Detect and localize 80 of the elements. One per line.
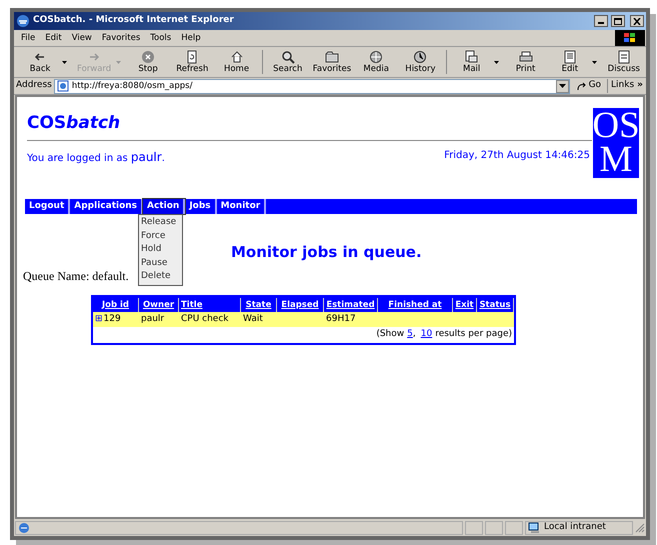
menu-item[interactable]: Favorites: [96, 32, 146, 44]
toolbar-button[interactable]: Edit: [548, 50, 592, 74]
menu-item[interactable]: Tools: [145, 32, 176, 44]
close-icon: [633, 18, 641, 24]
mail-icon: [464, 50, 479, 64]
table-cell-text: paulr: [141, 312, 164, 326]
toolbar-button[interactable]: Stop: [126, 50, 170, 74]
folder-icon: [324, 50, 339, 64]
search-icon: [280, 50, 295, 64]
globe-icon: [369, 50, 384, 64]
toolbar-button[interactable]: Media: [354, 50, 398, 74]
page-icon: [56, 80, 69, 92]
toolbar-button[interactable]: History: [398, 50, 443, 74]
page-size-link[interactable]: 10: [420, 328, 432, 342]
windows-logo: [615, 30, 645, 46]
toolbar-button[interactable]: Back: [18, 50, 62, 74]
address-label: Address: [15, 79, 53, 92]
menu-item[interactable]: Help: [176, 32, 206, 44]
date-time: Friday, 27th August 14:46:25: [444, 148, 590, 162]
security-zone: Local intranet: [544, 520, 606, 534]
nav-tab[interactable]: Logout: [25, 199, 70, 214]
status-panel: [465, 520, 483, 534]
maximize-button[interactable]: [611, 15, 625, 27]
toolbar-button[interactable]: Home: [214, 50, 259, 74]
dropdown-item[interactable]: Hold: [139, 243, 182, 256]
minimize-button[interactable]: [594, 15, 608, 27]
toolbar-button[interactable]: Discuss: [602, 50, 646, 74]
site-logo: COSbatch: [27, 112, 122, 135]
printer-icon: [518, 50, 533, 64]
dropdown-arrow-icon[interactable]: [494, 60, 500, 64]
stop-icon: [141, 50, 156, 64]
document-icon: [616, 50, 631, 64]
go-arrow-icon: [576, 82, 587, 90]
osm-logo: OS M: [593, 108, 639, 178]
menu-item[interactable]: View: [66, 32, 97, 44]
dropdown-item[interactable]: Release: [139, 216, 182, 230]
page-size-link[interactable]: 5: [407, 328, 413, 342]
dropdown-item[interactable]: Pause: [139, 256, 182, 270]
pager-text: (Show: [376, 328, 404, 342]
menu-item[interactable]: File: [16, 32, 40, 44]
clock-icon: [413, 50, 428, 64]
chevron-icon[interactable]: »: [634, 79, 646, 93]
status-panel: [485, 520, 503, 534]
resize-grip-icon[interactable]: [635, 522, 645, 532]
expand-icon[interactable]: ⊞: [95, 312, 103, 326]
toolbar-button[interactable]: Mail: [450, 50, 494, 74]
links-button[interactable]: Links: [611, 79, 634, 93]
pager-text: ,: [412, 328, 416, 342]
table-cell-text: 69H17: [326, 312, 356, 326]
toolbar-button[interactable]: Refresh: [170, 50, 214, 74]
browser-icon: [16, 14, 30, 28]
home-icon: [230, 50, 244, 64]
toolbar-button[interactable]: Search: [266, 50, 310, 74]
login-status: You are logged in as paulr.: [27, 148, 165, 166]
page-icon: [18, 522, 30, 534]
document-icon: [562, 50, 577, 64]
dropdown-item[interactable]: Delete: [139, 270, 182, 284]
table-cell-text: Wait: [243, 312, 263, 326]
nav-tab[interactable]: Action: [143, 199, 186, 214]
toolbar-button[interactable]: Favorites: [310, 50, 354, 74]
go-button[interactable]: Go: [574, 79, 604, 93]
close-button[interactable]: [630, 15, 644, 27]
menu-item[interactable]: Edit: [40, 32, 67, 44]
table-row[interactable]: ⊞129 paulr CPU check Wait 69H17: [93, 312, 514, 327]
page-heading: Monitor jobs in queue.: [231, 242, 422, 263]
refresh-icon: [185, 50, 200, 64]
table-cell-text: CPU check: [181, 312, 229, 326]
toolbar-button[interactable]: Print: [503, 50, 548, 74]
nav-tab[interactable]: Monitor: [216, 199, 266, 214]
dropdown-arrow-icon[interactable]: [592, 60, 599, 64]
computer-icon: [528, 522, 541, 534]
address-field[interactable]: http://freya:8080/osm_apps/: [54, 78, 570, 94]
window-title: COSbatch. - Microsoft Internet Explorer: [33, 14, 235, 28]
table-cell-text: 129: [104, 312, 121, 326]
status-panel: [505, 520, 523, 534]
nav-tab[interactable]: Jobs: [185, 199, 217, 214]
dropdown-arrow-icon[interactable]: [62, 60, 69, 64]
pager-text: results per page): [435, 328, 512, 342]
queue-name: Queue Name: default.: [23, 268, 129, 285]
dropdown-item[interactable]: Force: [139, 230, 182, 243]
